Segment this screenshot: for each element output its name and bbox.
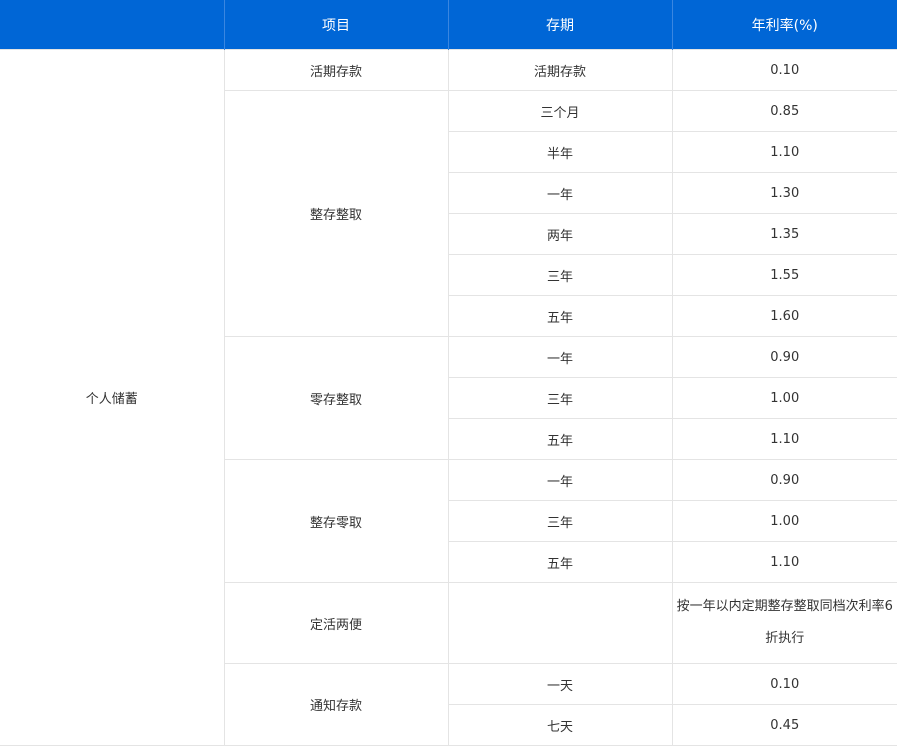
term-cell — [447, 582, 673, 664]
rate-cell: 0.90 — [671, 336, 897, 378]
term-cell: 三年 — [448, 377, 673, 419]
header-rate: 年利率(%) — [671, 0, 897, 50]
term-cell: 三年 — [448, 500, 673, 542]
term-cell: 三年 — [448, 254, 673, 296]
rate-cell: 0.90 — [671, 459, 897, 501]
category-cell: 个人储蓄 — [0, 49, 225, 746]
term-cell: 一天 — [447, 663, 673, 705]
rate-cell: 0.45 — [671, 704, 897, 746]
item-name-cell: 定活两便 — [224, 582, 449, 664]
item-name-cell: 整存整取 — [224, 90, 449, 337]
term-cell: 五年 — [448, 295, 673, 337]
term-cell: 两年 — [448, 213, 673, 255]
rate-cell: 0.10 — [671, 49, 897, 91]
rate-cell: 1.00 — [671, 500, 897, 542]
header-category — [0, 0, 224, 50]
term-cell: 五年 — [448, 418, 673, 460]
rate-cell: 1.10 — [671, 131, 897, 173]
header-row: 项目 存期 年利率(%) — [0, 0, 897, 50]
term-cell: 五年 — [448, 541, 673, 583]
header-item: 项目 — [223, 0, 448, 50]
rate-cell: 1.55 — [671, 254, 897, 296]
term-cell: 一年 — [447, 459, 673, 501]
term-cell: 一年 — [448, 172, 673, 214]
table-row: 个人储蓄 活期存款 活期存款 0.10 — [0, 49, 897, 746]
rate-note-cell: 按一年以内定期整存整取同档次利率6折执行 — [671, 582, 897, 664]
rate-cell: 1.60 — [671, 295, 897, 337]
term-cell: 一年 — [447, 336, 673, 378]
rate-cell: 1.10 — [671, 541, 897, 583]
item-name-cell: 活期存款 — [223, 49, 449, 91]
item-name-cell: 零存整取 — [224, 336, 449, 460]
rate-cell: 1.35 — [671, 213, 897, 255]
item-name-cell: 整存零取 — [224, 459, 449, 583]
item-name-cell: 通知存款 — [224, 663, 449, 746]
deposit-rate-table: 项目 存期 年利率(%) 个人储蓄 活期存款 活期存款 0.10 整存整取 三个… — [0, 0, 897, 746]
rate-cell: 1.30 — [671, 172, 897, 214]
rate-cell: 0.85 — [671, 90, 897, 132]
rate-cell: 1.10 — [671, 418, 897, 460]
term-cell: 七天 — [448, 704, 673, 746]
term-cell: 三个月 — [447, 90, 673, 132]
term-cell: 活期存款 — [447, 49, 673, 91]
table-header: 项目 存期 年利率(%) — [0, 0, 897, 50]
header-term: 存期 — [447, 0, 672, 50]
rate-cell: 1.00 — [671, 377, 897, 419]
term-cell: 半年 — [448, 131, 673, 173]
rate-cell: 0.10 — [671, 663, 897, 705]
table-body: 个人储蓄 活期存款 活期存款 0.10 整存整取 三个月 0.85 半年 1.1… — [0, 49, 897, 746]
